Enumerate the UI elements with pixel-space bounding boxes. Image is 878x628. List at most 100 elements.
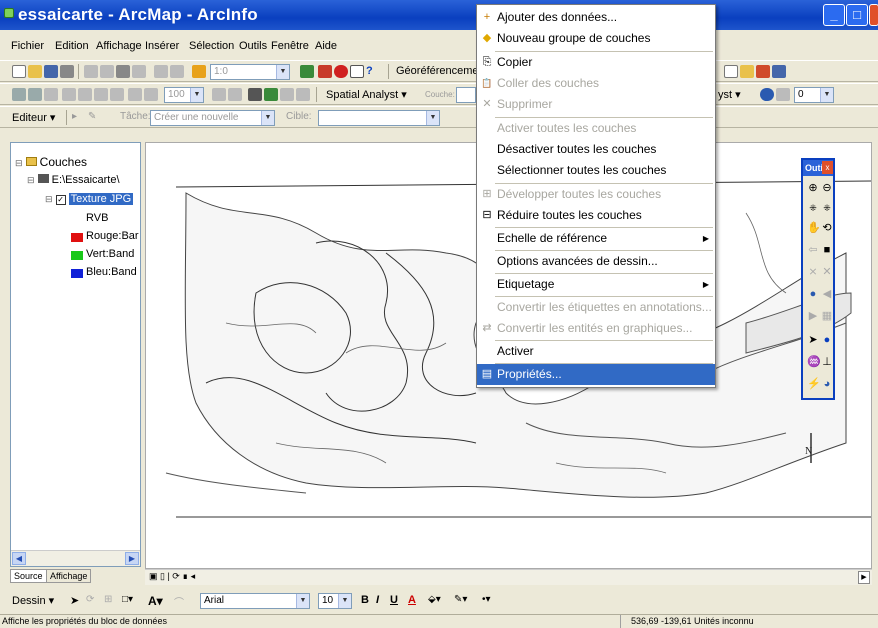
fixed-zoom-in-icon[interactable] <box>78 88 92 101</box>
menu-item-reduire[interactable]: ⊟ Réduire toutes les couches <box>477 205 715 226</box>
back-arrow-icon[interactable]: ◀ <box>821 288 833 300</box>
zoom-in-icon[interactable] <box>12 88 26 101</box>
toc-root[interactable]: ⊟ Couches <box>15 155 87 169</box>
underline-button[interactable]: U <box>390 594 398 606</box>
menu-aide[interactable]: Aide <box>315 40 337 52</box>
menu-outils[interactable]: Outils <box>239 40 267 52</box>
add-data-icon[interactable] <box>192 65 206 78</box>
arccatalog-icon[interactable] <box>334 65 348 78</box>
zoom-whole-page-icon[interactable]: ⊞ <box>104 594 118 607</box>
forward-arrow-icon[interactable]: ▶ <box>807 310 819 322</box>
zoom-combo[interactable]: 100 ▼ <box>164 87 204 103</box>
text-icon[interactable]: A▾ <box>148 594 163 608</box>
select-arrow-icon[interactable]: ➤ <box>807 334 819 346</box>
globe-icon[interactable]: ● <box>807 288 819 300</box>
pencil-icon[interactable] <box>756 65 770 78</box>
cut-icon[interactable] <box>84 65 98 78</box>
help-icon[interactable]: ? <box>366 65 380 78</box>
focus-frame-icon[interactable] <box>228 88 242 101</box>
page-icon[interactable] <box>144 88 158 101</box>
marker-color-icon[interactable]: •▾ <box>482 594 496 607</box>
chevron-down-icon[interactable]: ▼ <box>276 65 289 79</box>
menu-edition[interactable]: Edition <box>55 40 89 52</box>
redo-icon[interactable] <box>170 65 184 78</box>
menu-affichage[interactable]: Affichage <box>96 40 142 52</box>
menu-item-copier[interactable]: ⎘ Copier <box>477 52 715 73</box>
scroll-right-icon[interactable]: ▶ <box>125 552 139 565</box>
measure-icon[interactable]: ⊥ <box>821 356 833 368</box>
copy-icon[interactable] <box>100 65 114 78</box>
font-color-button[interactable]: A <box>408 594 416 606</box>
menu-selection[interactable]: Sélection <box>189 40 234 52</box>
grid-icon[interactable] <box>776 88 790 101</box>
clear-selection-icon[interactable]: ⨯ <box>807 266 819 278</box>
find-icon[interactable] <box>296 88 310 101</box>
zoom-out-icon[interactable]: ⊖ <box>821 182 833 194</box>
paste-icon[interactable] <box>116 65 130 78</box>
italic-button[interactable]: I <box>376 594 379 606</box>
chevron-down-icon[interactable]: ▼ <box>820 88 833 102</box>
font-combo[interactable]: Arial ▼ <box>200 593 310 609</box>
measure-icon[interactable] <box>280 88 294 101</box>
menu-item-options-dessin[interactable]: Options avancées de dessin... <box>477 251 715 272</box>
new-layout-icon[interactable] <box>724 65 738 78</box>
collapse-icon[interactable]: ⊟ <box>27 175 35 185</box>
callout-icon[interactable]: ⌒ <box>174 594 188 609</box>
time-slider-icon[interactable]: ◕ <box>821 378 833 390</box>
print-icon[interactable] <box>60 65 74 78</box>
open-layout-icon[interactable] <box>740 65 754 78</box>
full-extent-icon[interactable] <box>62 88 76 101</box>
bold-button[interactable]: B <box>361 594 369 606</box>
back-extent-icon[interactable]: ⇦ <box>807 244 819 256</box>
arctoolbox-icon[interactable] <box>318 65 332 78</box>
menu-inserer[interactable]: Insérer <box>145 40 179 52</box>
toc-workspace[interactable]: ⊟ E:\Essaicarte\ <box>27 174 120 186</box>
scroll-left-icon[interactable]: ◀ <box>12 552 26 565</box>
chevron-down-icon[interactable]: ▼ <box>190 88 203 102</box>
fixed-zoom-out-icon[interactable]: ⁜ <box>821 202 833 214</box>
identify-icon[interactable] <box>264 88 278 101</box>
save-icon[interactable]: ■ <box>821 244 833 256</box>
spatial-analyst-menu[interactable]: Spatial Analyst ▾ <box>326 88 407 101</box>
toggle-draft-icon[interactable] <box>212 88 226 101</box>
select-elements-icon[interactable]: ➤ <box>70 594 84 607</box>
menu-fichier[interactable]: Fichier <box>11 40 44 52</box>
toc-horizontal-scrollbar[interactable]: ◀ ▶ <box>11 550 140 566</box>
outils-close-button[interactable]: x <box>822 161 833 174</box>
scroll-right-icon[interactable]: ▶ <box>858 571 870 584</box>
delete-icon[interactable] <box>132 65 146 78</box>
menu-item-activer[interactable]: Activer <box>477 341 715 362</box>
page-nav-icons[interactable]: ▣ ▯ | ⟳ ∎ ◂ <box>149 571 195 582</box>
menu-fenetre[interactable]: Fenêtre <box>271 40 309 52</box>
hyperlink-icon[interactable]: ⚡ <box>807 378 821 390</box>
task-combo[interactable]: Créer une nouvelle ▼ <box>150 110 275 126</box>
layout-save-icon[interactable] <box>772 65 786 78</box>
tab-affichage[interactable]: Affichage <box>46 569 92 583</box>
close-button[interactable] <box>869 4 878 26</box>
map-scrollbar[interactable]: ▣ ▯ | ⟳ ∎ ◂ ▶ <box>145 569 872 585</box>
pan-hand-icon[interactable]: ✋ <box>807 222 821 234</box>
line-color-icon[interactable]: ✎▾ <box>454 594 468 607</box>
pan-icon[interactable] <box>44 88 58 101</box>
chevron-down-icon[interactable]: ▼ <box>296 594 309 608</box>
forward-icon[interactable] <box>128 88 142 101</box>
full-extent-icon[interactable]: ⟲ <box>821 222 833 234</box>
collapse-icon[interactable]: ⊟ <box>45 194 53 204</box>
fixed-zoom-out-icon[interactable] <box>94 88 108 101</box>
identify-icon[interactable]: ● <box>821 334 833 346</box>
target-combo[interactable]: ▼ <box>318 110 440 126</box>
font-size-combo[interactable]: 10 ▼ <box>318 593 352 609</box>
menu-item-ajouter-donnees[interactable]: + Ajouter des données... <box>477 7 715 28</box>
layout-view-icon[interactable] <box>248 88 262 101</box>
find-binoculars-icon[interactable]: ♒ <box>807 356 821 368</box>
editor-toolbar-icon[interactable] <box>300 65 314 78</box>
menu-item-selectionner-toutes[interactable]: Sélectionner toutes les couches <box>477 160 715 181</box>
maximize-button[interactable]: □ <box>846 4 868 26</box>
open-icon[interactable] <box>28 65 42 78</box>
minimize-button[interactable]: _ <box>823 4 845 26</box>
chevron-down-icon[interactable]: ▼ <box>426 111 439 125</box>
chevron-down-icon[interactable]: ▼ <box>261 111 274 125</box>
georeferencing-label[interactable]: Géoréférenceme <box>396 65 479 77</box>
analyst-menu[interactable]: yst ▾ <box>718 88 741 101</box>
scale-combo[interactable]: 1:0 ▼ <box>210 64 290 80</box>
